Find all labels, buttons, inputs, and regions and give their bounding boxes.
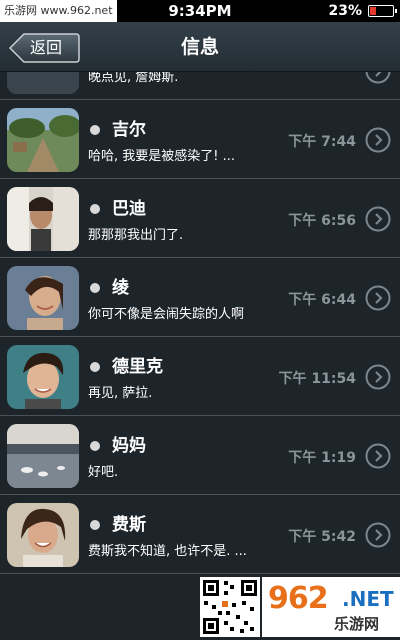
avatar [7,424,79,488]
message-preview: 费斯我不知道, 也许不是. ... [88,544,247,559]
unread-dot [90,441,100,451]
qr-code-icon [200,577,260,637]
contact-name: 德里克 [112,357,163,377]
chevron-right-icon[interactable] [365,443,391,469]
unread-dot [90,362,100,372]
back-button-label: 返回 [30,38,63,57]
avatar [7,503,79,567]
footer: 962 .NET 乐游网 [0,575,400,640]
chevron-right-icon[interactable] [365,127,391,153]
message-preview: 晚点见, 詹姆斯. [88,72,179,85]
back-button[interactable]: 返回 [8,32,80,64]
battery-percent: 23% [328,3,362,19]
message-row[interactable]: 妈妈 好吧. 下午 1:19 [0,417,400,495]
message-row[interactable]: 德里克 再见, 萨拉. 下午 11:54 [0,338,400,416]
chevron-right-icon[interactable] [365,522,391,548]
battery-fill [370,7,376,15]
contact-name: 吉尔 [112,120,146,140]
message-preview: 哈哈, 我要是被感染了! ... [88,149,236,164]
message-preview: 那那那我出门了. [88,228,184,243]
chevron-right-icon[interactable] [365,206,391,232]
chevron-right-icon[interactable] [365,364,391,390]
message-preview: 好吧. [88,465,119,480]
message-row[interactable]: 吉尔 哈哈, 我要是被感染了! ... 下午 7:44 [0,101,400,179]
contact-name: 巴迪 [112,199,146,219]
logo-number: 962 [268,581,329,616]
avatar [7,72,79,94]
chevron-right-icon[interactable] [365,285,391,311]
avatar [7,108,79,172]
message-time: 下午 1:19 [288,450,356,466]
logo-chinese: 乐游网 [334,615,380,633]
unread-dot [90,125,100,135]
message-row[interactable]: 巴迪 那那那我出门了. 下午 6:56 [0,180,400,258]
avatar [7,187,79,251]
contact-name: 妈妈 [112,436,146,456]
contact-name: 费斯 [112,515,146,535]
message-row[interactable]: 绫 你可不像是会闹失踪的人啊 下午 6:44 [0,259,400,337]
chevron-right-icon[interactable] [365,72,391,84]
battery-icon [368,5,397,17]
unread-dot [90,520,100,530]
message-time: 下午 5:42 [288,529,356,545]
contact-name: 绫 [112,278,129,298]
status-bar: 乐游网 www.962.net 9:34PM 23% [0,0,400,22]
message-time: 下午 6:44 [288,292,356,308]
message-preview: 你可不像是会闹失踪的人啊 [88,307,245,322]
message-time: 下午 11:54 [278,371,356,387]
avatar [7,345,79,409]
nav-bar: 信息 返回 [0,22,400,72]
message-time: 下午 6:56 [288,213,356,229]
unread-dot [90,283,100,293]
site-logo: 962 .NET 乐游网 [262,577,400,637]
message-preview: 再见, 萨拉. [88,386,153,401]
message-row[interactable]: 晚点见, 詹姆斯. [0,72,400,100]
logo-domain: .NET [342,587,394,611]
message-row[interactable]: 费斯 费斯我不知道, 也许不是. ... 下午 5:42 [0,496,400,574]
message-list: 晚点见, 詹姆斯. 吉尔 哈哈, 我要是被感染了! ... 下午 7:44 巴迪… [0,72,400,575]
avatar [7,266,79,330]
unread-dot [90,204,100,214]
message-time: 下午 7:44 [288,134,356,150]
